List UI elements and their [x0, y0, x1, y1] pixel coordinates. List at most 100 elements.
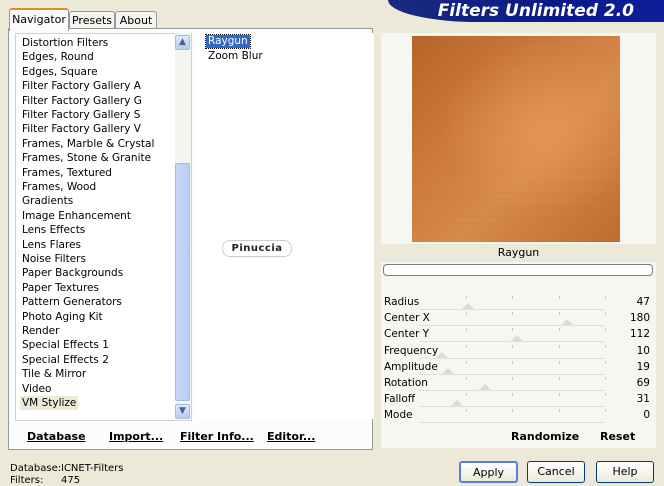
category-item[interactable]: Tile & Mirror: [20, 367, 88, 381]
slider-tick: [558, 377, 560, 380]
slider-tick: [558, 296, 560, 299]
category-item[interactable]: Frames, Stone & Granite: [20, 151, 153, 165]
parameter-value: 112: [629, 328, 650, 341]
parameter-row[interactable]: Falloff 31: [381, 391, 656, 408]
parameter-label: Frequency: [384, 344, 439, 357]
filter-item[interactable]: Zoom Blur: [206, 50, 265, 63]
category-item[interactable]: Gradients: [20, 194, 75, 208]
randomize-button[interactable]: Randomize: [511, 430, 579, 443]
slider-tick: [512, 328, 513, 332]
category-item[interactable]: Filter Factory Gallery S: [20, 108, 142, 122]
category-item[interactable]: Paper Textures: [20, 281, 101, 295]
parameter-row[interactable]: Amplitude 19: [381, 359, 656, 375]
slider-tick: [558, 344, 560, 348]
category-item[interactable]: Frames, Textured: [20, 166, 114, 180]
slider-tick: [558, 312, 560, 316]
status-database-label: Database:: [10, 463, 62, 474]
parameter-value: 31: [636, 393, 650, 406]
tab-about[interactable]: About: [115, 11, 157, 29]
status-filters-value: 475: [61, 475, 81, 486]
parameter-slider-knob[interactable]: [451, 400, 464, 407]
category-item[interactable]: Paper Backgrounds: [20, 266, 125, 280]
category-item[interactable]: Lens Flares: [20, 238, 83, 252]
slider-tick: [512, 377, 513, 380]
apply-button[interactable]: Apply: [459, 461, 518, 483]
scroll-thumb[interactable]: [175, 163, 190, 401]
slider-tick: [512, 409, 513, 413]
category-item[interactable]: Render: [20, 324, 61, 338]
category-item[interactable]: Frames, Wood: [20, 180, 98, 194]
category-item[interactable]: Pattern Generators: [20, 295, 124, 309]
category-item[interactable]: Special Effects 2: [20, 353, 111, 367]
parameter-value: 10: [636, 344, 650, 357]
tab-navigator[interactable]: Navigator: [9, 8, 69, 31]
slider-tick: [605, 312, 606, 316]
category-item[interactable]: Filter Factory Gallery G: [20, 94, 144, 108]
category-item[interactable]: Lens Effects: [20, 223, 87, 237]
parameter-row[interactable]: Center X 180: [381, 310, 656, 327]
category-item[interactable]: Filter Factory Gallery A: [20, 79, 143, 93]
parameter-value: 47: [636, 296, 650, 308]
status-filters-label: Filters:: [10, 475, 44, 486]
category-item[interactable]: Filter Factory Gallery V: [20, 122, 143, 136]
database-button[interactable]: Database: [27, 430, 86, 443]
parameter-row[interactable]: Frequency 10: [381, 343, 656, 359]
parameter-slider-track[interactable]: [419, 422, 605, 424]
parameter-slider-knob[interactable]: [510, 335, 523, 342]
slider-tick: [605, 409, 606, 413]
slider-tick: [465, 409, 467, 413]
category-item[interactable]: Noise Filters: [20, 252, 88, 266]
parameter-row[interactable]: Radius 47: [381, 294, 656, 310]
parameter-value: 69: [636, 377, 650, 389]
slider-tick: [558, 360, 560, 364]
category-item[interactable]: Special Effects 1: [20, 338, 111, 352]
filter-list[interactable]: Raygun Zoom Blur: [196, 33, 374, 419]
import-button-label: Import...: [109, 430, 164, 443]
category-item[interactable]: Video: [20, 382, 53, 396]
parameter-row[interactable]: Center Y 112: [381, 326, 656, 343]
parameter-row[interactable]: Rotation 69: [381, 375, 656, 391]
cancel-button[interactable]: Cancel: [527, 461, 585, 483]
parameter-value: 19: [636, 360, 650, 373]
slider-tick: [605, 377, 606, 380]
parameter-slider-knob[interactable]: [479, 384, 492, 390]
parameter-row[interactable]: Mode 0: [381, 407, 656, 424]
category-item[interactable]: Image Enhancement: [20, 209, 133, 223]
editor-button[interactable]: Editor...: [267, 430, 315, 443]
filter-info-button[interactable]: Filter Info...: [180, 430, 254, 443]
category-item[interactable]: Edges, Round: [20, 50, 96, 64]
preview-filter-name: Raygun: [381, 244, 656, 262]
category-scrollbar[interactable]: ▲ ▼: [175, 33, 191, 419]
reset-button[interactable]: Reset: [600, 430, 635, 443]
parameter-slider-knob[interactable]: [442, 367, 455, 374]
database-button-label: Database: [27, 430, 86, 443]
app-banner: Filters Unlimited 2.0: [388, 0, 664, 22]
tab-presets[interactable]: Presets: [69, 11, 115, 29]
slider-tick: [465, 312, 467, 316]
slider-tick: [465, 328, 467, 332]
scroll-up-button[interactable]: ▲: [175, 35, 190, 50]
category-item[interactable]: Frames, Marble & Crystal: [20, 137, 156, 151]
slider-tick: [512, 312, 513, 316]
parameter-slider-knob[interactable]: [462, 303, 475, 309]
category-item[interactable]: VM Stylize: [20, 396, 79, 410]
category-item[interactable]: Photo Aging Kit: [20, 310, 105, 324]
slider-tick: [558, 393, 560, 397]
category-item[interactable]: Edges, Square: [20, 65, 100, 79]
parameter-slider-knob[interactable]: [436, 351, 449, 358]
category-item[interactable]: Distortion Filters: [20, 36, 110, 50]
slider-tick: [465, 344, 467, 348]
slider-tick: [605, 296, 606, 299]
slider-tick: [605, 393, 606, 397]
parameter-label: Falloff: [384, 393, 416, 406]
help-button[interactable]: Help: [596, 461, 654, 483]
progress-bar: [383, 264, 653, 276]
parameter-slider-knob[interactable]: [561, 319, 574, 326]
slider-tick: [605, 360, 606, 364]
filter-item[interactable]: Raygun: [205, 34, 251, 49]
category-list[interactable]: Distortion Filters Edges, Round Edges, Squ…: [15, 33, 192, 421]
slider-tick: [512, 296, 513, 299]
import-button[interactable]: Import...: [109, 430, 163, 443]
filter-info-button-label: Filter Info...: [180, 430, 254, 443]
scroll-down-button[interactable]: ▼: [175, 404, 190, 419]
